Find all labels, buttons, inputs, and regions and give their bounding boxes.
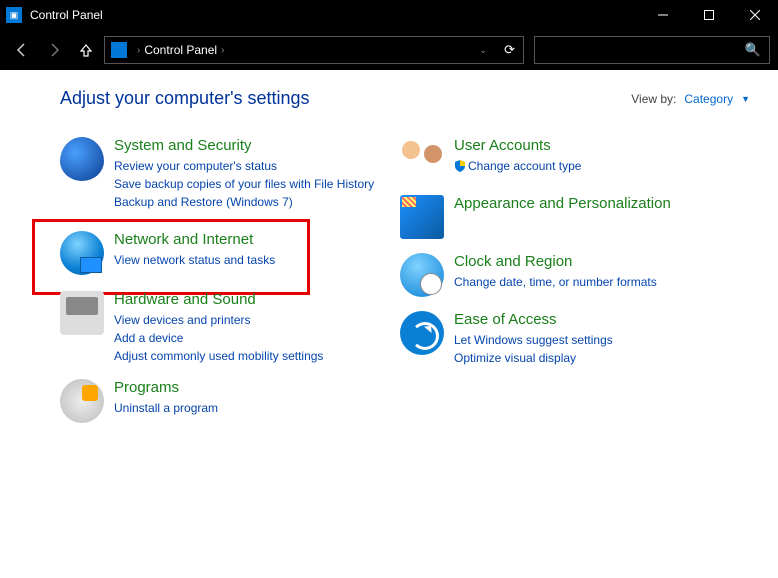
globe-icon: [60, 231, 104, 275]
address-bar[interactable]: › Control Panel › ⌄ ⟳: [104, 36, 524, 64]
breadcrumb-root[interactable]: Control Panel: [144, 43, 217, 57]
clock-icon: [400, 253, 444, 297]
chevron-right-icon: ›: [137, 45, 140, 56]
disc-icon: [60, 379, 104, 423]
address-dropdown-icon[interactable]: ⌄: [479, 45, 487, 56]
category-programs: Programs Uninstall a program: [60, 379, 380, 423]
viewby-value: Category: [684, 92, 733, 106]
printer-icon: [60, 291, 104, 335]
viewby-label: View by:: [631, 92, 676, 106]
category-column-right: User Accounts Change account type Appear…: [400, 137, 700, 437]
monitor-icon: [400, 195, 444, 239]
close-button[interactable]: [732, 0, 778, 30]
viewby-control[interactable]: View by: Category ▼: [631, 92, 750, 106]
category-link[interactable]: Adjust commonly used mobility settings: [114, 347, 323, 365]
category-link[interactable]: View network status and tasks: [114, 251, 275, 269]
window-title: Control Panel: [30, 8, 103, 22]
category-link[interactable]: Optimize visual display: [454, 349, 613, 367]
content-area: Adjust your computer's settings View by:…: [0, 70, 778, 437]
search-input[interactable]: 🔍: [534, 36, 770, 64]
category-column-left: System and Security Review your computer…: [60, 137, 380, 437]
category-link[interactable]: Change date, time, or number formats: [454, 273, 657, 291]
uac-shield-icon: [454, 160, 466, 172]
category-title[interactable]: Appearance and Personalization: [454, 195, 671, 213]
category-appearance: Appearance and Personalization: [400, 195, 700, 239]
breadcrumb-icon: [111, 42, 127, 58]
category-link[interactable]: Uninstall a program: [114, 399, 218, 417]
category-title[interactable]: Hardware and Sound: [114, 291, 323, 309]
category-link[interactable]: Add a device: [114, 329, 323, 347]
maximize-icon: [704, 10, 714, 20]
category-link[interactable]: Backup and Restore (Windows 7): [114, 193, 374, 211]
forward-icon: [46, 42, 62, 58]
minimize-button[interactable]: [640, 0, 686, 30]
up-icon: [78, 42, 94, 58]
chevron-down-icon: ▼: [741, 94, 750, 104]
titlebar: ▣ Control Panel: [0, 0, 778, 30]
content-header: Adjust your computer's settings View by:…: [60, 88, 750, 109]
category-title[interactable]: Clock and Region: [454, 253, 657, 271]
category-link[interactable]: Change account type: [454, 157, 581, 175]
category-clock-region: Clock and Region Change date, time, or n…: [400, 253, 700, 297]
category-link[interactable]: Let Windows suggest settings: [454, 331, 613, 349]
shield-icon: [60, 137, 104, 181]
forward-button[interactable]: [40, 36, 68, 64]
up-button[interactable]: [72, 36, 100, 64]
page-title: Adjust your computer's settings: [60, 88, 310, 109]
users-icon: [400, 137, 444, 181]
category-link[interactable]: Review your computer's status: [114, 157, 374, 175]
close-icon: [750, 10, 760, 20]
refresh-button[interactable]: ⟳: [504, 42, 515, 58]
search-icon: 🔍: [745, 42, 761, 58]
back-button[interactable]: [8, 36, 36, 64]
category-title[interactable]: Network and Internet: [114, 231, 275, 249]
back-icon: [14, 42, 30, 58]
category-network-internet: Network and Internet View network status…: [60, 231, 380, 275]
category-link[interactable]: View devices and printers: [114, 311, 323, 329]
category-link-text: Change account type: [468, 159, 581, 173]
ease-of-access-icon: [400, 311, 444, 355]
category-user-accounts: User Accounts Change account type: [400, 137, 700, 181]
category-link[interactable]: Save backup copies of your files with Fi…: [114, 175, 374, 193]
app-icon: ▣: [6, 7, 22, 23]
category-hardware-sound: Hardware and Sound View devices and prin…: [60, 291, 380, 365]
navbar: › Control Panel › ⌄ ⟳ 🔍: [0, 30, 778, 70]
category-title[interactable]: Programs: [114, 379, 218, 397]
category-title[interactable]: Ease of Access: [454, 311, 613, 329]
maximize-button[interactable]: [686, 0, 732, 30]
category-title[interactable]: User Accounts: [454, 137, 581, 155]
category-ease-of-access: Ease of Access Let Windows suggest setti…: [400, 311, 700, 367]
minimize-icon: [658, 10, 668, 20]
category-system-security: System and Security Review your computer…: [60, 137, 380, 211]
chevron-right-icon: ›: [221, 45, 224, 56]
category-title[interactable]: System and Security: [114, 137, 374, 155]
